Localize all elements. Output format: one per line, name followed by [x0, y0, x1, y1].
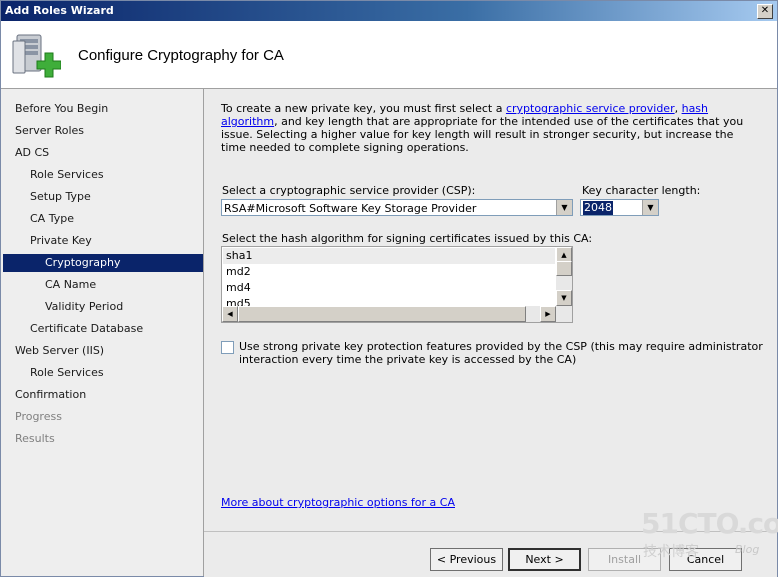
nav-confirmation[interactable]: Confirmation: [15, 386, 86, 404]
strong-key-protection-checkbox[interactable]: [221, 341, 234, 354]
chevron-down-icon[interactable]: ▼: [556, 200, 572, 215]
nav-ca-type[interactable]: CA Type: [30, 210, 74, 228]
page-title: Configure Cryptography for CA: [78, 47, 284, 64]
chevron-down-icon[interactable]: ▼: [642, 200, 658, 215]
nav-before-you-begin[interactable]: Before You Begin: [15, 100, 108, 118]
close-button[interactable]: ✕: [757, 4, 773, 19]
previous-button[interactable]: < Previous: [430, 548, 503, 571]
nav-web-server[interactable]: Web Server (IIS): [15, 342, 104, 360]
nav-role-services[interactable]: Role Services: [30, 166, 104, 184]
csp-help-link[interactable]: cryptographic service provider: [506, 102, 675, 115]
scroll-left-icon[interactable]: ◀: [222, 306, 238, 322]
nav-ca-name[interactable]: CA Name: [45, 276, 96, 294]
strong-key-protection-label: Use strong private key protection featur…: [239, 340, 763, 366]
nav-cryptography[interactable]: Cryptography: [3, 254, 203, 272]
watermark: 51CTO.com 技术博客 Blog: [641, 507, 778, 561]
nav-results: Results: [15, 432, 55, 445]
scroll-right-icon[interactable]: ▶: [540, 306, 556, 322]
hash-algorithm-label: Select the hash algorithm for signing ce…: [222, 232, 593, 245]
vertical-scrollbar[interactable]: ▲ ▼: [556, 247, 572, 306]
wizard-header: Configure Cryptography for CA: [1, 22, 777, 89]
list-item[interactable]: sha1: [223, 248, 555, 264]
nav-ad-cs[interactable]: AD CS: [15, 144, 49, 162]
intro-text-part-1: To create a new private key, you must fi…: [221, 102, 506, 115]
wizard-steps-sidebar: Before You Begin Server Roles AD CS Role…: [1, 89, 204, 576]
hash-algorithm-list[interactable]: sha1 md2 md4 md5 ▲ ▼ ◀ ▶: [221, 246, 573, 323]
server-add-icon: [12, 34, 61, 78]
next-button[interactable]: Next >: [508, 548, 581, 571]
nav-validity-period[interactable]: Validity Period: [45, 298, 123, 316]
key-length-selected-value: 2048: [583, 201, 613, 215]
window-title: Add Roles Wizard: [5, 4, 114, 17]
title-bar[interactable]: Add Roles Wizard ✕: [1, 1, 777, 21]
watermark-blog-text: Blog: [735, 543, 760, 556]
vertical-scroll-thumb[interactable]: [556, 261, 572, 276]
nav-private-key[interactable]: Private Key: [30, 232, 92, 250]
csp-label: Select a cryptographic service provider …: [222, 184, 476, 197]
main-content: To create a new private key, you must fi…: [204, 89, 777, 531]
nav-setup-type[interactable]: Setup Type: [30, 188, 91, 206]
horizontal-scroll-thumb[interactable]: [238, 306, 526, 322]
nav-progress: Progress: [15, 410, 62, 423]
horizontal-scrollbar[interactable]: ◀ ▶: [222, 306, 572, 322]
list-item[interactable]: md2: [226, 264, 251, 280]
scroll-down-icon[interactable]: ▼: [556, 290, 572, 306]
wizard-window: Add Roles Wizard ✕ Configure Cryptograph…: [0, 0, 778, 577]
nav-web-role-services[interactable]: Role Services: [30, 364, 104, 382]
key-length-dropdown[interactable]: 2048 ▼: [580, 199, 659, 216]
csp-dropdown[interactable]: RSA#Microsoft Software Key Storage Provi…: [221, 199, 573, 216]
watermark-logo-text: 51CTO.com: [641, 507, 778, 540]
nav-server-roles[interactable]: Server Roles: [15, 122, 84, 140]
intro-text-part-3: , and key length that are appropriate fo…: [221, 115, 744, 154]
list-item[interactable]: md4: [226, 280, 251, 296]
more-cryptography-options-link[interactable]: More about cryptographic options for a C…: [221, 496, 455, 509]
intro-text: To create a new private key, you must fi…: [221, 102, 746, 154]
nav-certificate-database[interactable]: Certificate Database: [30, 320, 143, 338]
csp-selected-value: RSA#Microsoft Software Key Storage Provi…: [224, 202, 477, 215]
watermark-subtext: 技术博客: [643, 544, 699, 560]
key-length-label: Key character length:: [582, 184, 701, 197]
intro-text-part-2: ,: [674, 102, 682, 115]
